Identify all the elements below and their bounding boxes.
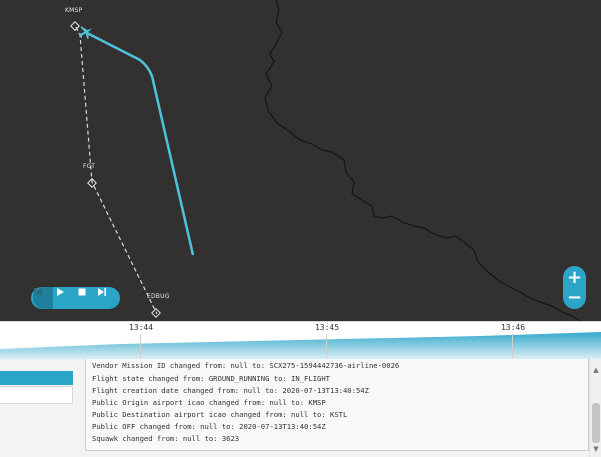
side-panel xyxy=(0,359,74,457)
zoom-in-button[interactable]: + xyxy=(563,267,586,288)
log-line: Flight creation date changed from: null … xyxy=(92,386,369,395)
waypoint-fgt-label: FGT xyxy=(83,163,96,170)
scrollbar-thumb[interactable] xyxy=(592,403,600,443)
flight-map[interactable]: KMSP FGT EDBUG + − xyxy=(0,0,601,321)
rewind-button[interactable] xyxy=(33,287,53,309)
log-scrollbar[interactable]: ▲ ▼ xyxy=(589,359,601,457)
tick-line xyxy=(326,334,327,360)
event-log: Vendor Mission ID changed from: null to:… xyxy=(85,359,589,451)
log-line: Flight state changed from: GROUND_RUNNIN… xyxy=(92,374,330,383)
planned-route xyxy=(75,26,158,315)
tick-label: 13:46 xyxy=(500,323,526,332)
log-line: Public OFF changed from: null to: 2020-0… xyxy=(92,422,326,431)
zoom-out-button[interactable]: − xyxy=(563,287,586,308)
rewind-icon xyxy=(34,288,42,296)
flight-track xyxy=(86,31,195,256)
timeline[interactable]: 13:44 13:45 13:46 xyxy=(0,321,601,360)
waypoint-edbug-label: EDBUG xyxy=(147,293,170,300)
play-button[interactable] xyxy=(55,287,75,309)
zoom-controls: + − xyxy=(563,266,586,309)
stop-icon xyxy=(78,288,86,296)
list-item[interactable] xyxy=(0,386,73,404)
log-line: Vendor Mission ID changed from: null to:… xyxy=(92,361,400,370)
waypoint-kmsp-label: KMSP xyxy=(65,7,83,14)
tick-label: 13:44 xyxy=(128,323,154,332)
tick-line xyxy=(512,334,513,360)
selected-list-item[interactable] xyxy=(0,371,73,385)
skip-to-end-icon xyxy=(98,288,106,296)
stop-button[interactable] xyxy=(77,287,97,309)
log-line: Public Origin airport icao changed from:… xyxy=(92,398,326,407)
waypoint-kmsp-marker[interactable] xyxy=(70,21,80,31)
skip-to-end-button[interactable] xyxy=(97,287,117,309)
log-line: Squawk changed from: null to: 3623 xyxy=(92,434,240,443)
tick-line xyxy=(140,334,141,360)
play-icon xyxy=(57,288,64,296)
chevron-up-icon[interactable]: ▲ xyxy=(592,366,600,374)
chevron-down-icon[interactable]: ▼ xyxy=(592,445,600,453)
border-line xyxy=(264,0,581,321)
tick-label: 13:45 xyxy=(314,323,340,332)
map-canvas xyxy=(70,0,581,321)
log-line: Public Destination airport icao changed … xyxy=(92,410,348,419)
playback-controls xyxy=(31,287,120,309)
